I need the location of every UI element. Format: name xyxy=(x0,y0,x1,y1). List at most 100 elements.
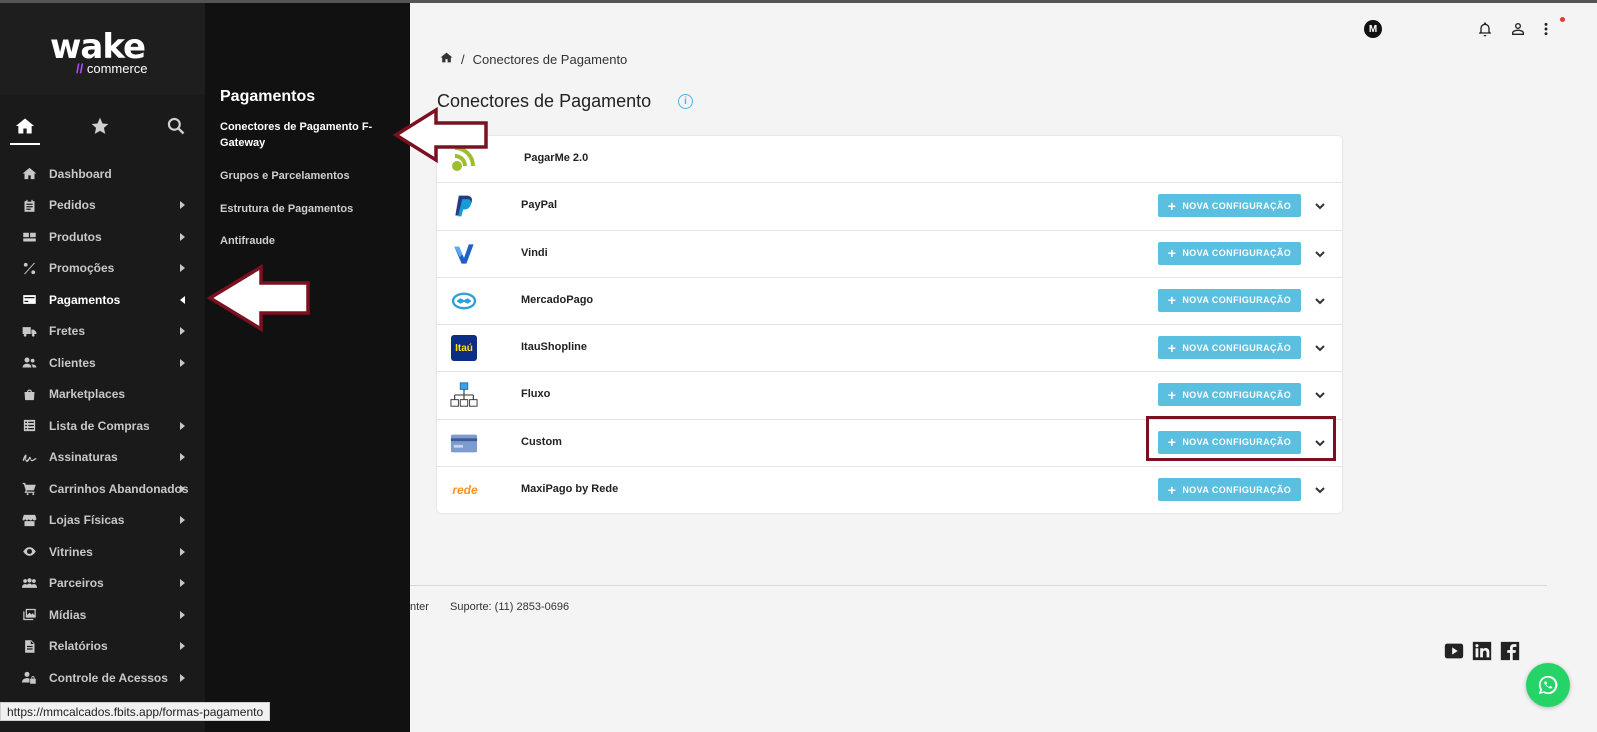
nova-configuracao-button[interactable]: + NOVA CONFIGURAÇÃO xyxy=(1158,336,1301,360)
whatsapp-icon xyxy=(1538,675,1558,695)
connector-row-fluxo[interactable]: Fluxo + NOVA CONFIGURAÇÃO xyxy=(437,372,1342,420)
nova-configuracao-button[interactable]: + NOVA CONFIGURAÇÃO xyxy=(1158,241,1301,265)
fluxo-logo xyxy=(449,380,479,410)
highlight-box xyxy=(1146,416,1336,461)
sidebar-item-assinaturas[interactable]: Assinaturas xyxy=(0,442,205,474)
submenu-item-estrutura[interactable]: Estrutura de Pagamentos xyxy=(220,201,390,217)
chevron-right-icon xyxy=(180,516,185,525)
submenu-item-conectores[interactable]: Conectores de Pagamento F-Gateway xyxy=(220,119,390,151)
sidebar-item-lojas-fisicas[interactable]: Lojas Físicas xyxy=(0,505,205,537)
chevron-down-icon[interactable] xyxy=(1314,294,1326,306)
connector-name: MercadoPago xyxy=(521,293,594,306)
breadcrumb-current: Conectores de Pagamento xyxy=(472,51,628,67)
status-bar-url: https://mmcalcados.fbits.app/formas-paga… xyxy=(0,702,271,721)
sidebar-item-label: Pedidos xyxy=(49,198,96,213)
avatar[interactable]: M xyxy=(1364,20,1382,38)
sidebar-item-parceiros[interactable]: Parceiros xyxy=(0,568,205,600)
chevron-right-icon xyxy=(180,579,185,588)
chevron-left-icon xyxy=(180,295,185,304)
connector-row-maxipago[interactable]: rede MaxiPago by Rede + NOVA CONFIGURAÇÃO xyxy=(437,467,1342,513)
sidebar-item-promocoes[interactable]: Promoções xyxy=(0,253,205,285)
sidebar-item-label: Fretes xyxy=(49,324,86,339)
nova-configuracao-button[interactable]: + NOVA CONFIGURAÇÃO xyxy=(1158,478,1301,502)
info-icon[interactable]: i xyxy=(678,94,693,109)
report-icon xyxy=(21,638,37,654)
list-icon xyxy=(21,418,37,434)
sidebar-item-lista-de-compras[interactable]: Lista de Compras xyxy=(0,410,205,442)
sidebar-item-label: Lojas Físicas xyxy=(49,513,125,528)
sidebar-item-fretes[interactable]: Fretes xyxy=(0,316,205,348)
user-lock-icon xyxy=(21,670,37,686)
store-icon xyxy=(21,512,37,528)
sidebar-item-pedidos[interactable]: Pedidos xyxy=(0,190,205,222)
more-vertical-icon[interactable] xyxy=(1537,20,1555,38)
sidebar-item-label: Carrinhos Abandonados xyxy=(49,481,189,496)
rede-logo: rede xyxy=(452,483,478,498)
chevron-right-icon xyxy=(180,201,185,210)
nova-configuracao-button[interactable]: + NOVA CONFIGURAÇÃO xyxy=(1158,383,1301,407)
sidebar-item-label: Relatórios xyxy=(49,639,108,654)
sidebar-menu: Dashboard Pedidos Produtos Promoções Pag… xyxy=(0,158,205,694)
chevron-down-icon[interactable] xyxy=(1314,483,1326,495)
signature-icon xyxy=(21,449,37,465)
star-icon[interactable] xyxy=(85,111,115,141)
search-icon[interactable] xyxy=(161,111,191,141)
sidebar-item-midias[interactable]: Mídias xyxy=(0,599,205,631)
footer-divider xyxy=(410,585,1547,586)
sidebar-item-pagamentos[interactable]: Pagamentos xyxy=(0,284,205,316)
sidebar-item-dashboard[interactable]: Dashboard xyxy=(0,158,205,190)
nova-configuracao-button[interactable]: + NOVA CONFIGURAÇÃO xyxy=(1158,194,1301,218)
connector-row-itaushopline[interactable]: Itaú ItauShopline + NOVA CONFIGURAÇÃO xyxy=(437,325,1342,373)
sidebar-item-label: Pagamentos xyxy=(49,292,121,307)
youtube-icon[interactable] xyxy=(1443,640,1465,662)
chevron-down-icon[interactable] xyxy=(1314,247,1326,259)
sidebar-item-relatorios[interactable]: Relatórios xyxy=(0,631,205,663)
connector-row-vindi[interactable]: Vindi + NOVA CONFIGURAÇÃO xyxy=(437,231,1342,278)
chevron-right-icon xyxy=(180,484,185,493)
percent-icon xyxy=(21,260,37,276)
connector-name: ItauShopline xyxy=(521,341,587,354)
chevron-down-icon[interactable] xyxy=(1314,199,1326,211)
submenu-item-antifraude[interactable]: Antifraude xyxy=(220,233,390,249)
chevron-right-icon xyxy=(180,610,185,619)
bell-icon[interactable] xyxy=(1476,20,1494,38)
sidebar-item-label: Lista de Compras xyxy=(49,418,150,433)
sidebar-item-label: Parceiros xyxy=(49,576,104,591)
sidebar-item-controle-de-acessos[interactable]: Controle de Acessos xyxy=(0,662,205,694)
home-icon[interactable] xyxy=(440,51,453,67)
brand-logo[interactable]: wake // commerce xyxy=(0,3,205,95)
truck-icon xyxy=(21,323,37,339)
connector-row-paypal[interactable]: PayPal + NOVA CONFIGURAÇÃO xyxy=(437,183,1342,231)
itau-logo: Itaú xyxy=(449,333,479,363)
connector-row-pagarme[interactable]: PagarMe 2.0 xyxy=(437,136,1342,184)
footer-link[interactable]: nter xyxy=(410,601,429,613)
sidebar-item-label: Produtos xyxy=(49,229,102,244)
chevron-down-icon[interactable] xyxy=(1314,388,1326,400)
whatsapp-button[interactable] xyxy=(1526,663,1570,707)
footer-support: Suporte: (11) 2853-0696 xyxy=(450,601,570,613)
nova-configuracao-button[interactable]: + NOVA CONFIGURAÇÃO xyxy=(1158,288,1301,312)
connector-name: Custom xyxy=(521,435,562,448)
custom-card-logo xyxy=(449,428,479,458)
cart-icon xyxy=(21,481,37,497)
annotation-arrow-icon xyxy=(392,106,488,164)
partners-icon xyxy=(21,575,37,591)
sidebar-item-marketplaces[interactable]: Marketplaces xyxy=(0,379,205,411)
sidebar-item-label: Clientes xyxy=(49,355,96,370)
sidebar-item-vitrines[interactable]: Vitrines xyxy=(0,536,205,568)
connector-name: Fluxo xyxy=(521,388,551,401)
notification-dot xyxy=(1560,17,1565,22)
user-icon[interactable] xyxy=(1509,20,1527,38)
facebook-icon[interactable] xyxy=(1499,640,1521,662)
connector-row-mercadopago[interactable]: MercadoPago + NOVA CONFIGURAÇÃO xyxy=(437,278,1342,326)
sidebar-item-produtos[interactable]: Produtos xyxy=(0,221,205,253)
sidebar-item-carrinhos-abandonados[interactable]: Carrinhos Abandonados xyxy=(0,473,205,505)
chevron-down-icon[interactable] xyxy=(1314,341,1326,353)
sidebar-item-clientes[interactable]: Clientes xyxy=(0,347,205,379)
submenu-item-grupos[interactable]: Grupos e Parcelamentos xyxy=(220,168,390,184)
sidebar-item-label: Controle de Acessos xyxy=(49,670,168,685)
home-icon[interactable] xyxy=(10,111,40,145)
linkedin-icon[interactable] xyxy=(1471,640,1493,662)
submenu-title: Pagamentos xyxy=(220,88,316,105)
chevron-right-icon xyxy=(180,327,185,336)
